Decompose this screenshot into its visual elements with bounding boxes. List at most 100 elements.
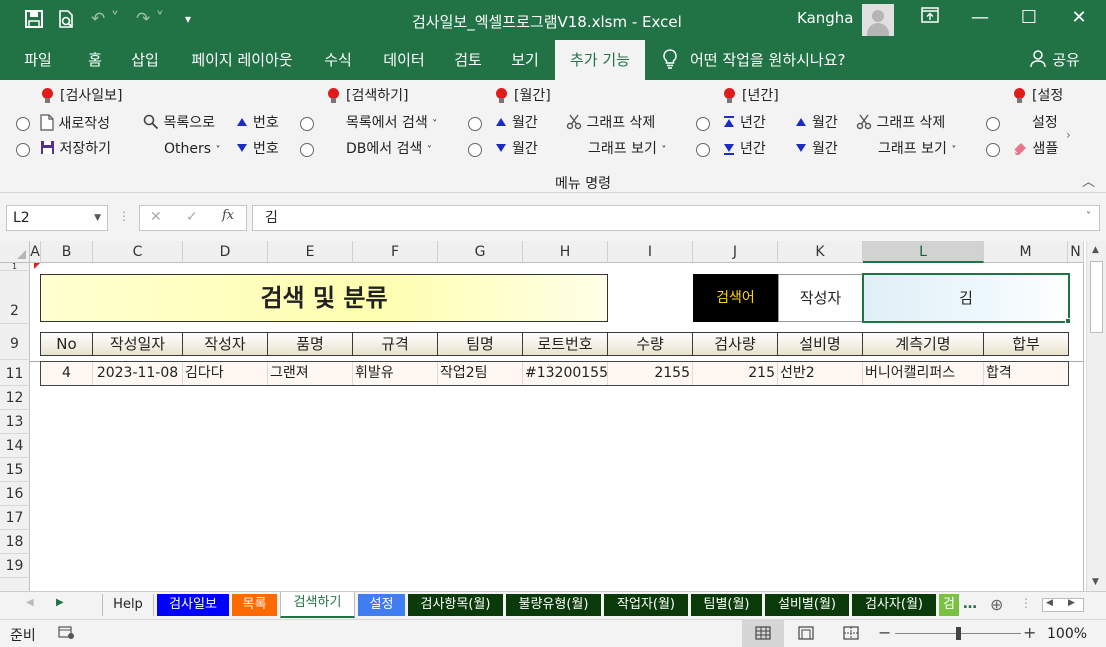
column-header[interactable]: B (41, 241, 93, 263)
tell-me-search[interactable]: 어떤 작업을 원하시나요? (690, 40, 860, 80)
radio-option[interactable] (696, 117, 710, 131)
sheet-tab-inspectors[interactable]: 검사자(월) (852, 594, 936, 616)
column-header[interactable]: K (778, 241, 863, 263)
graph2-delete-button[interactable]: 그래프 삭제 (856, 114, 945, 132)
sheet-tab-settings[interactable]: 설정 (358, 594, 405, 616)
page-layout-view-icon[interactable] (798, 626, 814, 644)
search-value-cell[interactable]: 김 (862, 273, 1070, 323)
row-header[interactable]: 12 (0, 386, 30, 410)
cell-equipment[interactable]: 선반2 (778, 362, 863, 385)
column-header[interactable]: H (523, 241, 608, 263)
macro-record-icon[interactable] (58, 625, 74, 643)
sheet-tab-help[interactable]: Help (102, 594, 154, 616)
cell-quantity[interactable]: 2155 (608, 362, 693, 385)
tab-scroll-left-icon[interactable]: ◀ (26, 597, 34, 608)
function-icon[interactable]: fx (222, 208, 234, 223)
year-down-button[interactable]: 년간 (724, 140, 766, 158)
avatar[interactable] (862, 4, 894, 36)
row-header[interactable]: 13 (0, 410, 30, 434)
column-header[interactable]: D (183, 241, 268, 263)
ribbon-scroll-right-icon[interactable]: › (1066, 126, 1071, 144)
row-header-selected[interactable]: 2 (0, 271, 30, 324)
cell-inspected[interactable]: 215 (693, 362, 778, 385)
month2-up-button[interactable]: 월간 (796, 114, 838, 132)
row-header[interactable]: 19 (0, 554, 30, 578)
tab-add-ins[interactable]: 추가 기능 (555, 40, 645, 80)
year-up-button[interactable]: 년간 (724, 114, 766, 132)
more-sheets-icon[interactable]: … (963, 596, 977, 612)
column-header[interactable]: J (693, 241, 778, 263)
number-up-button[interactable]: 번호 (237, 114, 279, 132)
radio-option[interactable] (468, 143, 482, 157)
graph-view-dropdown[interactable]: 그래프 보기 ˅ (588, 140, 666, 160)
graph2-view-dropdown[interactable]: 그래프 보기 ˅ (878, 140, 956, 160)
page-break-view-icon[interactable] (843, 626, 859, 644)
sheet-tab-defect-types[interactable]: 불량유형(월) (506, 594, 601, 616)
row-header[interactable]: 11 (0, 360, 30, 386)
cell-date[interactable]: 2023-11-08 (93, 362, 183, 385)
row-header[interactable]: 16 (0, 482, 30, 506)
column-header[interactable]: I (608, 241, 693, 263)
enter-icon[interactable]: ✓ (186, 209, 198, 225)
search-field-select[interactable]: 작성자 (778, 274, 863, 322)
row-header[interactable] (0, 578, 30, 591)
cell-instrument[interactable]: 버니어캘리퍼스 (863, 362, 984, 385)
zoom-in-button[interactable]: + (1023, 623, 1036, 642)
close-icon[interactable]: ✕ (1064, 6, 1094, 30)
row-header[interactable]: 9 (0, 324, 30, 360)
scroll-down-icon[interactable]: ▼ (1092, 577, 1099, 587)
zoom-out-button[interactable]: − (878, 623, 891, 642)
month2-down-button[interactable]: 월간 (796, 140, 838, 158)
tab-data[interactable]: 데이터 (372, 40, 436, 80)
sheet-tab-workers[interactable]: 작업자(월) (604, 594, 688, 616)
cancel-icon[interactable]: ✕ (150, 209, 162, 225)
sheet-tab-list[interactable]: 목록 (232, 594, 277, 616)
ribbon-display-icon[interactable] (915, 6, 945, 30)
share-button[interactable]: 공유 (1050, 40, 1082, 80)
tab-view[interactable]: 보기 (502, 40, 548, 80)
cell-author[interactable]: 김다다 (183, 362, 268, 385)
scroll-left-icon[interactable]: ◀ (1046, 598, 1053, 608)
search-db-dropdown[interactable]: DB에서 검색 ˅ (346, 140, 432, 160)
sample-button[interactable]: 샘플 (1012, 140, 1058, 158)
name-box[interactable]: L2 ▼ (6, 205, 108, 231)
customize-toolbar-icon[interactable]: ▾ (185, 9, 191, 29)
undo-icon[interactable]: ↶ ˅ (91, 9, 119, 29)
column-header[interactable]: G (438, 241, 523, 263)
formula-input[interactable]: 김 (252, 205, 1100, 231)
print-preview-icon[interactable] (56, 9, 76, 34)
month-up-button[interactable]: 월간 (496, 114, 538, 132)
sheet-tab-teams[interactable]: 팀별(월) (691, 594, 762, 616)
save-doc-button[interactable]: 저장하기 (40, 140, 111, 158)
column-header[interactable]: E (268, 241, 353, 263)
row-header[interactable]: 18 (0, 530, 30, 554)
vertical-scrollbar[interactable]: ▲ ▼ (1086, 241, 1106, 591)
column-header[interactable]: F (353, 241, 438, 263)
column-header-selected[interactable]: L (863, 241, 984, 263)
cell-team[interactable]: 작업2팀 (438, 362, 523, 385)
redo-icon[interactable]: ↷ ˅ (136, 9, 164, 29)
tab-scroll-right-icon[interactable]: ▶ (56, 597, 64, 608)
cell-spec[interactable]: 휘발유 (353, 362, 438, 385)
sheet-tab-search-active[interactable]: 검색하기 (280, 592, 355, 618)
column-header[interactable]: A (30, 241, 41, 263)
tab-formulas[interactable]: 수식 (316, 40, 360, 80)
zoom-level[interactable]: 100% (1047, 626, 1087, 642)
select-all-corner[interactable] (0, 241, 30, 263)
to-list-button[interactable]: 목록으로 (143, 114, 215, 132)
row-header[interactable]: 17 (0, 506, 30, 530)
radio-option[interactable] (696, 143, 710, 157)
cell-no[interactable]: 4 (41, 362, 93, 385)
add-sheet-icon[interactable]: ⊕ (990, 595, 1003, 614)
maximize-icon[interactable]: ☐ (1014, 6, 1044, 30)
row-header[interactable]: 1 (0, 263, 30, 271)
radio-option[interactable] (986, 143, 1000, 157)
row-header[interactable]: 15 (0, 458, 30, 482)
others-dropdown[interactable]: Others ˅ (164, 140, 221, 160)
cell-lot[interactable]: #13200155 (523, 362, 608, 385)
sheet-tab-daily[interactable]: 검사일보 (157, 594, 229, 616)
user-name[interactable]: Kangha (797, 9, 854, 27)
new-doc-button[interactable]: 새로작성 (40, 114, 110, 133)
collapse-ribbon-icon[interactable]: ︿ (1082, 174, 1095, 192)
splitter-icon[interactable]: ⋮ (1020, 596, 1032, 610)
